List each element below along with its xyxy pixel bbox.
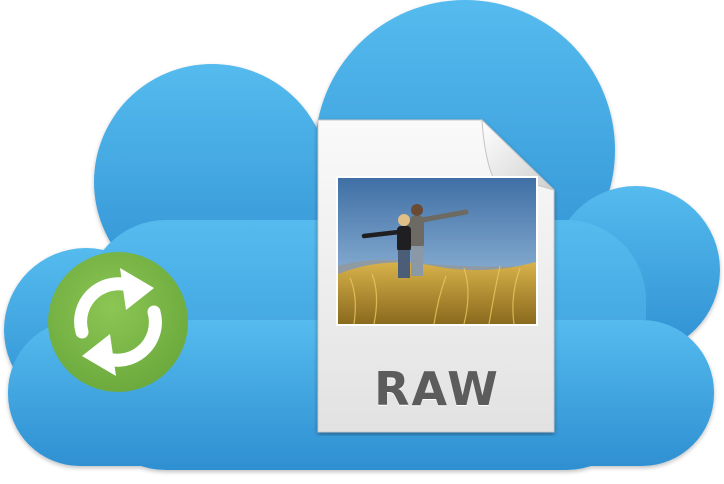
photo-thumbnail (336, 176, 538, 326)
icon-illustration: RAW (0, 0, 724, 484)
sync-icon (48, 252, 188, 392)
file-type-label: RAW (374, 362, 500, 416)
